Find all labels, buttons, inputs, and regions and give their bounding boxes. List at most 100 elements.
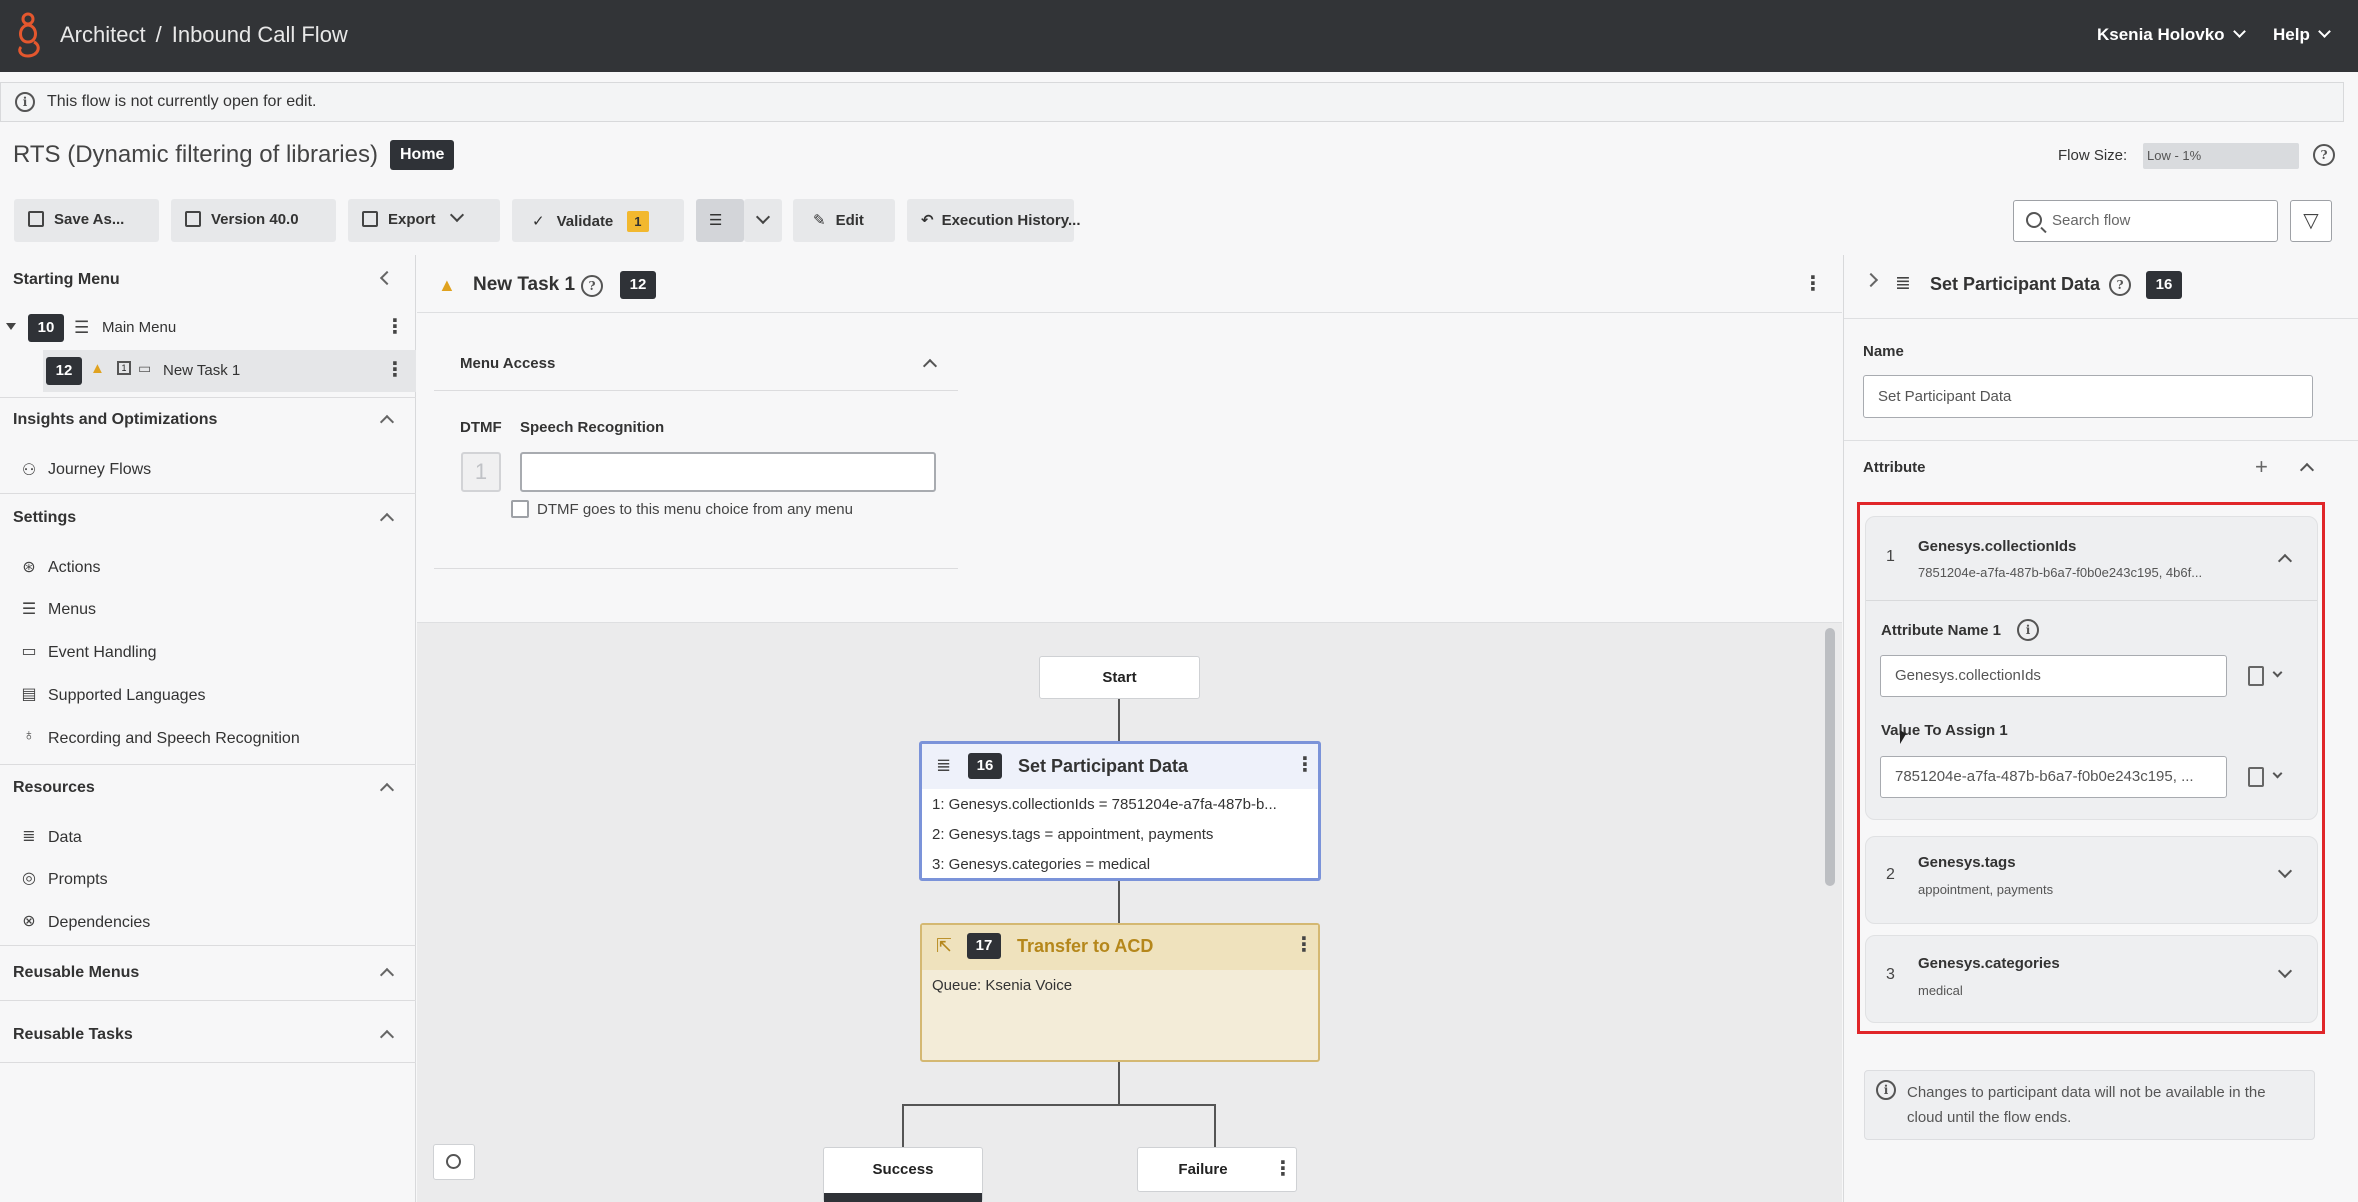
sidebar-item-dependencies[interactable]: Dependencies <box>48 914 150 932</box>
node-id-badge: 17 <box>967 933 1001 959</box>
execution-history-button[interactable]: ↶ Execution History... <box>907 199 1081 242</box>
help-icon[interactable]: ? <box>2109 274 2131 296</box>
export-button[interactable]: Export <box>348 199 500 242</box>
value-to-assign-input[interactable]: 7851204e-a7fa-487b-b6a7-f0b0e243c195, ..… <box>1880 756 2227 798</box>
sidebar-item-data[interactable]: Data <box>48 829 82 847</box>
tree-badge: 12 <box>46 357 82 385</box>
canvas-search-button[interactable] <box>433 1144 475 1180</box>
transfer-icon: ⇱ <box>936 936 952 957</box>
validate-button[interactable]: ✓ Validate 1 <box>512 199 684 242</box>
speech-recognition-input[interactable] <box>520 452 936 492</box>
task-icon: ▲ <box>438 275 456 295</box>
journey-flows-icon: ⚇ <box>21 462 37 479</box>
search-icon <box>2026 212 2042 228</box>
breadcrumb-flow-type[interactable]: Inbound Call Flow <box>172 22 348 47</box>
history-icon: ↶ <box>921 212 934 229</box>
more-options-icon[interactable]: ⋮ <box>1273 1156 1293 1181</box>
breadcrumb-architect[interactable]: Architect <box>60 22 146 47</box>
sidebar-item-prompts[interactable]: Prompts <box>48 871 108 889</box>
add-attribute-icon[interactable]: + <box>2255 454 2268 480</box>
panel-title: Set Participant Data <box>1930 274 2101 294</box>
sidebar-item-journey-flows[interactable]: Journey Flows <box>48 461 151 479</box>
divider <box>0 1000 416 1001</box>
menu-access-heading: Menu Access <box>460 355 556 372</box>
list-icon: ☰ <box>709 212 723 229</box>
tree-item-main-menu[interactable]: Main Menu <box>102 319 176 336</box>
node-id-badge: 16 <box>968 753 1002 779</box>
attribute-name-input[interactable]: Genesys.collectionIds <box>1880 655 2227 697</box>
attribute-name[interactable]: Genesys.collectionIds <box>1918 538 2076 555</box>
more-options-icon[interactable]: ⋮ <box>1294 932 1314 957</box>
validate-label: Validate <box>556 213 614 230</box>
attribute-name-label: Attribute Name 1 <box>1881 622 2002 639</box>
dtmf-label: DTMF <box>460 419 502 436</box>
genesys-logo-icon[interactable] <box>14 12 42 58</box>
connector-line <box>1118 881 1120 923</box>
info-icon[interactable]: i <box>2017 619 2039 641</box>
export-icon <box>362 211 378 227</box>
search-placeholder: Search flow <box>2052 212 2131 229</box>
sidebar-item-menus[interactable]: Menus <box>48 601 96 619</box>
save-as-button[interactable]: Save As... <box>14 199 159 242</box>
event-handling-icon: ▭ <box>21 643 37 660</box>
name-input[interactable]: Set Participant Data <box>1863 375 2313 418</box>
attribute-card-2[interactable] <box>1865 836 2318 924</box>
search-flow-input[interactable]: Search flow <box>2013 200 2278 242</box>
settings-heading[interactable]: Settings <box>13 509 76 527</box>
failure-node[interactable]: Failure ⋮ <box>1137 1147 1297 1192</box>
info-message: This flow is not currently open for edit… <box>47 93 317 110</box>
help-label: Help <box>2273 25 2310 44</box>
flow-canvas[interactable] <box>417 623 1842 1202</box>
expression-mode-button[interactable] <box>2240 656 2296 698</box>
participant-data-note: i Changes to participant data will not b… <box>1864 1070 2315 1140</box>
chevron-down-icon <box>449 207 464 223</box>
task-icon: ▲ <box>90 360 105 377</box>
dtmf-icon: 1 <box>117 361 131 375</box>
flow-size-label: Flow Size: <box>2058 147 2128 164</box>
tree-badge: 10 <box>28 314 64 342</box>
more-options-icon[interactable]: ⋮ <box>385 357 405 382</box>
chevron-down-icon <box>2232 25 2246 38</box>
insights-heading[interactable]: Insights and Optimizations <box>13 411 217 429</box>
version-label: Version 40.0 <box>211 211 299 228</box>
database-icon: ≣ <box>936 755 952 775</box>
set-participant-data-node[interactable]: ≣ 16 Set Participant Data ⋮ 1: Genesys.c… <box>919 741 1321 881</box>
expression-mode-button[interactable] <box>2240 757 2296 799</box>
languages-icon: ▤ <box>21 686 37 703</box>
user-menu[interactable]: Ksenia Holovko <box>2097 25 2246 45</box>
resources-heading[interactable]: Resources <box>13 779 95 797</box>
reusable-tasks-heading[interactable]: Reusable Tasks <box>13 1026 133 1044</box>
more-options-icon[interactable]: ⋮ <box>385 314 405 339</box>
sidebar-item-supported-languages[interactable]: Supported Languages <box>48 687 205 705</box>
top-bar: Architect / Inbound Call Flow Ksenia Holov… <box>0 0 2358 72</box>
validate-count-badge: 1 <box>627 211 649 232</box>
dtmf-any-menu-checkbox[interactable] <box>511 500 529 518</box>
expand-caret-icon[interactable] <box>6 323 16 330</box>
help-menu[interactable]: Help <box>2273 25 2331 45</box>
success-node[interactable]: Success <box>823 1147 983 1202</box>
menus-icon: ☰ <box>21 601 37 618</box>
info-icon: i <box>1876 1080 1896 1100</box>
node-footer <box>824 1193 982 1202</box>
filter-button[interactable]: ▽ <box>2290 200 2332 242</box>
edit-button[interactable]: ✎ Edit <box>793 199 895 242</box>
sidebar-item-actions[interactable]: Actions <box>48 559 100 577</box>
attribute-card-3[interactable] <box>1865 935 2318 1023</box>
sidebar-item-recording[interactable]: Recording and Speech Recognition <box>48 730 300 748</box>
help-icon[interactable]: ? <box>581 275 603 297</box>
start-node[interactable]: Start <box>1039 656 1200 699</box>
transfer-to-acd-node[interactable]: ⇱ 17 Transfer to ACD ⋮ Queue: Ksenia Voi… <box>920 923 1320 1062</box>
attribute-value-summary: appointment, payments <box>1918 882 2054 897</box>
help-icon[interactable]: ? <box>2313 144 2335 166</box>
view-dropdown-button[interactable] <box>744 199 782 242</box>
dtmf-digit-box[interactable]: 1 <box>461 452 501 492</box>
reusable-menus-heading[interactable]: Reusable Menus <box>13 964 139 982</box>
connector-line <box>1118 699 1120 741</box>
more-options-icon[interactable]: ⋮ <box>1803 271 1823 296</box>
divider <box>1866 600 2317 601</box>
sidebar-item-event-handling[interactable]: Event Handling <box>48 644 157 662</box>
canvas-scrollbar[interactable] <box>1825 628 1835 886</box>
version-button[interactable]: Version 40.0 <box>171 199 336 242</box>
list-view-button[interactable]: ☰ <box>696 199 744 242</box>
more-options-icon[interactable]: ⋮ <box>1295 752 1315 777</box>
